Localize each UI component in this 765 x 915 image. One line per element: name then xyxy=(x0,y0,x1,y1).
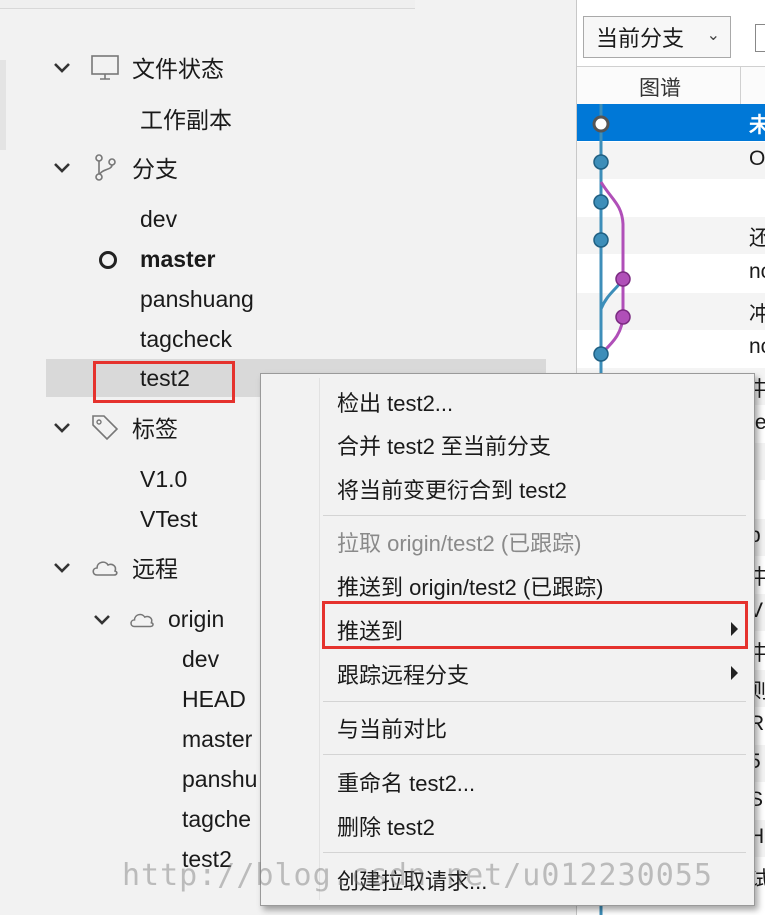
commit-node xyxy=(593,154,609,170)
current-branch-icon xyxy=(99,251,117,269)
tag-label: VTest xyxy=(140,505,198,532)
annotation-box-push xyxy=(322,601,748,649)
branch-label: panshuang xyxy=(140,285,254,312)
branch-item[interactable]: dev xyxy=(140,200,177,238)
menu-item-delete[interactable]: 删除 test2 xyxy=(321,806,750,846)
menu-item-push-tracked[interactable]: 推送到 origin/test2 (已跟踪) xyxy=(321,566,750,606)
branch-label: master xyxy=(140,245,216,272)
branch-label: tagcheck xyxy=(140,325,233,352)
submenu-arrow-icon xyxy=(731,666,738,680)
commit-message: 未 xyxy=(749,114,765,137)
menu-item-label: 与当前对比 xyxy=(337,717,448,742)
chevron-down-icon[interactable] xyxy=(52,557,72,577)
menu-item-track-remote[interactable]: 跟踪远程分支 xyxy=(321,654,750,694)
chevron-down-icon[interactable] xyxy=(52,57,72,77)
remote-branch-item[interactable]: master xyxy=(182,720,252,758)
menu-item-pull: 拉取 origin/test2 (已跟踪) xyxy=(321,522,750,562)
tag-icon xyxy=(92,415,119,441)
remote-branch-item[interactable]: test2 xyxy=(182,840,232,878)
section-tags[interactable]: 标签 xyxy=(52,408,178,446)
commit-node xyxy=(593,346,609,362)
menu-item-label: 推送到 origin/test2 (已跟踪) xyxy=(337,575,604,600)
menu-separator xyxy=(323,852,746,853)
menu-item-label: 创建拉取请求... xyxy=(337,869,488,894)
remote-label: origin xyxy=(168,605,225,632)
branch-filter-label: 当前分支 xyxy=(596,26,685,51)
section-label: 分支 xyxy=(132,156,178,182)
cloud-icon xyxy=(92,561,118,576)
commit-node xyxy=(593,232,609,248)
tag-label: V1.0 xyxy=(140,465,188,492)
commit-message: 还 xyxy=(749,227,765,251)
remote-branch-label: test2 xyxy=(182,845,232,872)
remote-branch-item[interactable]: panshu xyxy=(182,760,257,798)
menu-separator xyxy=(323,515,746,516)
menu-item-label: 合并 test2 至当前分支 xyxy=(337,434,551,459)
sidebar-edge xyxy=(0,60,6,150)
commit-node xyxy=(615,309,631,325)
branch-label: dev xyxy=(140,205,178,232)
menu-item-label: 将当前变更衍合到 test2 xyxy=(337,478,567,503)
log-column-header: 图谱 xyxy=(577,66,765,106)
remote-branch-label: panshu xyxy=(182,765,258,792)
remote-branch-item[interactable]: HEAD xyxy=(182,680,246,718)
menu-item-label: 检出 test2... xyxy=(337,391,454,416)
menu-item-checkout[interactable]: 检出 test2... xyxy=(321,382,750,422)
sidebar-item-working-copy[interactable]: 工作副本 xyxy=(140,99,232,137)
menu-item-pull-request[interactable]: 创建拉取请求... xyxy=(321,860,750,900)
commit-message: O xyxy=(749,146,765,170)
toolbar-button[interactable] xyxy=(755,24,765,52)
remote-origin[interactable]: origin xyxy=(92,600,224,638)
branch-filter-dropdown[interactable]: 当前分支 ⌄ xyxy=(583,16,731,58)
cloud-icon xyxy=(130,613,154,628)
menu-item-rebase[interactable]: 将当前变更衍合到 test2 xyxy=(321,469,750,509)
commit-node xyxy=(615,271,631,287)
menu-separator xyxy=(323,754,746,755)
menu-item-label: 跟踪远程分支 xyxy=(337,663,470,688)
remote-branch-item[interactable]: tagche xyxy=(182,800,251,838)
commit-node xyxy=(592,115,610,133)
section-remotes[interactable]: 远程 xyxy=(52,548,178,586)
chevron-down-icon: ⌄ xyxy=(706,27,720,44)
commit-message: nc xyxy=(749,335,765,359)
menu-separator xyxy=(323,701,746,702)
graph-column-header[interactable]: 图谱 xyxy=(639,72,681,102)
remote-branch-item[interactable]: dev xyxy=(182,640,219,678)
menu-gutter xyxy=(319,378,320,900)
chevron-down-icon[interactable] xyxy=(52,417,72,437)
menu-item-rename[interactable]: 重命名 test2... xyxy=(321,762,750,802)
menu-item-diff[interactable]: 与当前对比 xyxy=(321,708,750,748)
item-label: 工作副本 xyxy=(140,107,232,133)
section-file-status[interactable]: 文件状态 xyxy=(52,48,224,86)
column-divider[interactable] xyxy=(740,67,741,105)
commit-message: 冲 xyxy=(749,302,765,326)
remote-branch-label: HEAD xyxy=(182,685,246,712)
remote-branch-label: master xyxy=(182,725,253,752)
sidebar-top-border xyxy=(0,0,415,9)
branch-item-current[interactable]: master xyxy=(140,240,215,278)
remote-branch-label: dev xyxy=(182,645,220,672)
menu-item-label: 重命名 test2... xyxy=(337,771,476,796)
branch-item[interactable]: tagcheck xyxy=(140,320,232,358)
branch-item[interactable]: panshuang xyxy=(140,280,254,318)
chevron-down-icon[interactable] xyxy=(92,609,112,629)
tag-item[interactable]: V1.0 xyxy=(140,460,187,498)
commit-node xyxy=(593,194,609,210)
section-branches[interactable]: 分支 xyxy=(52,148,178,186)
remote-branch-label: tagche xyxy=(182,805,252,832)
tag-item[interactable]: VTest xyxy=(140,500,198,538)
monitor-icon xyxy=(91,55,119,80)
menu-item-label: 拉取 origin/test2 (已跟踪) xyxy=(337,531,582,556)
branch-icon xyxy=(95,154,116,181)
commit-message: nc xyxy=(749,259,765,283)
annotation-box-branch xyxy=(93,361,235,403)
menu-item-label: 删除 test2 xyxy=(337,815,435,840)
menu-item-merge[interactable]: 合并 test2 至当前分支 xyxy=(321,425,750,465)
section-label: 文件状态 xyxy=(132,56,224,82)
section-label: 远程 xyxy=(132,556,178,582)
chevron-down-icon[interactable] xyxy=(52,157,72,177)
section-label: 标签 xyxy=(132,416,178,442)
